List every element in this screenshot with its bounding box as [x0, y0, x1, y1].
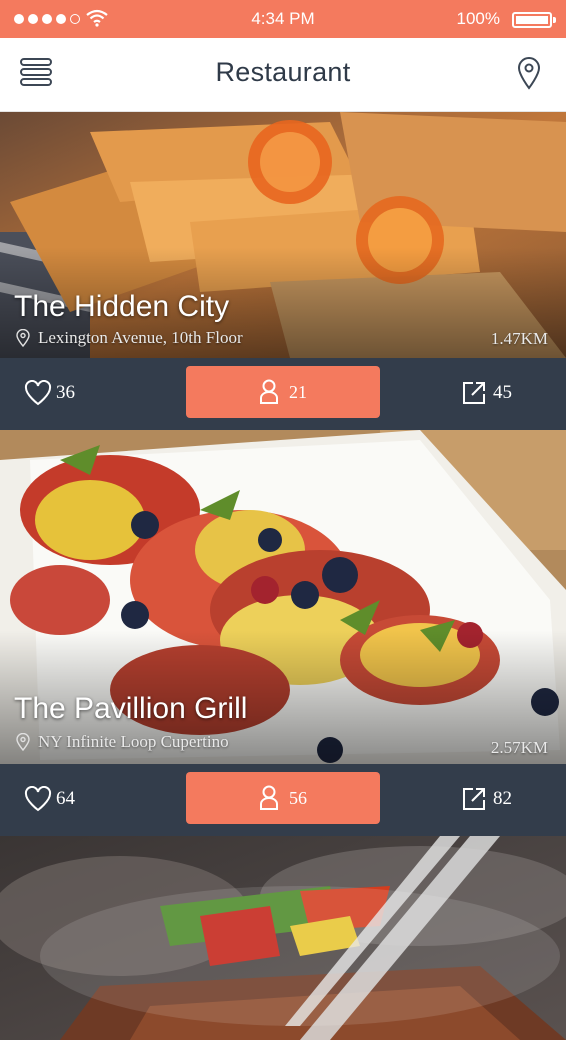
share-icon: [463, 788, 485, 810]
like-count: 36: [56, 382, 75, 403]
like-button[interactable]: 64: [24, 786, 75, 812]
share-button[interactable]: 82: [461, 786, 512, 812]
heart-icon: [24, 380, 52, 406]
heart-icon: [24, 786, 52, 812]
action-bar: 36 21 45: [0, 358, 566, 430]
location-pin-icon[interactable]: [516, 56, 542, 90]
battery-percentage: 100%: [456, 9, 500, 28]
restaurant-card[interactable]: The Pavillion Grill NY Infinite Loop Cup…: [0, 430, 566, 836]
restaurant-distance: 1.47KM: [490, 329, 548, 348]
address-text: NY Infinite Loop Cupertino: [38, 732, 229, 751]
restaurant-photo: [0, 836, 566, 1040]
restaurant-name: The Pavillion Grill: [14, 692, 248, 725]
like-button[interactable]: 36: [24, 380, 75, 406]
restaurant-card[interactable]: The Hidden City Lexington Avenue, 10th F…: [0, 112, 566, 430]
guests-button[interactable]: 21: [186, 366, 380, 418]
share-count: 82: [493, 788, 512, 809]
restaurant-card[interactable]: [0, 836, 566, 1040]
action-bar: 64 56 82: [0, 764, 566, 836]
restaurant-address: Lexington Avenue, 10th Floor: [16, 328, 243, 348]
address-text: Lexington Avenue, 10th Floor: [38, 328, 243, 347]
share-button[interactable]: 45: [461, 380, 512, 406]
share-count: 45: [493, 382, 512, 403]
page-title: Restaurant: [215, 57, 351, 87]
share-icon: [463, 382, 485, 404]
restaurant-address: NY Infinite Loop Cupertino: [16, 732, 229, 752]
status-bar: 4:34 PM 100%: [0, 0, 566, 38]
location-pin-icon: [16, 733, 30, 751]
person-icon: [260, 379, 278, 404]
like-count: 64: [56, 788, 75, 809]
location-pin-icon: [16, 329, 30, 347]
guests-count: 56: [289, 787, 307, 808]
battery-icon: [512, 12, 556, 28]
guests-count: 21: [289, 381, 307, 402]
guests-button[interactable]: 56: [186, 772, 380, 824]
restaurant-distance: 2.57KM: [490, 738, 548, 757]
app-header: Restaurant: [0, 38, 566, 112]
person-icon: [260, 785, 278, 810]
restaurant-name: The Hidden City: [14, 290, 230, 323]
